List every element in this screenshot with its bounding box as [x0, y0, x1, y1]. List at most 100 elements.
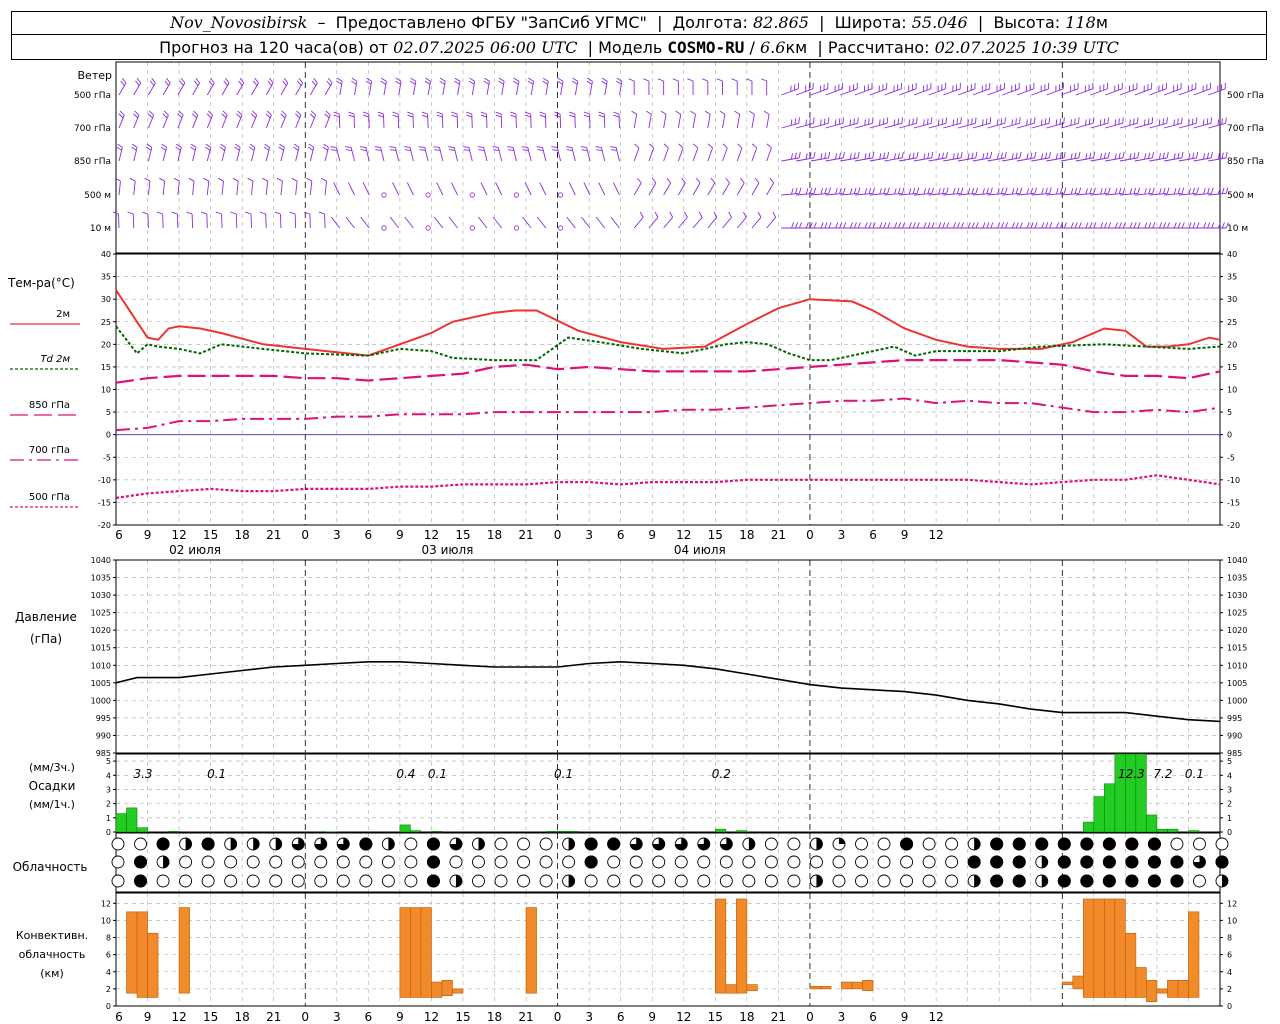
precip-total-label: 7.2 [1153, 767, 1172, 781]
wind-barb-feather [480, 111, 487, 115]
wind-barb-feather [737, 143, 743, 149]
wind-barb-feather [1049, 187, 1052, 194]
wind-barb-feather [974, 117, 977, 124]
cloud-symbol [472, 874, 485, 888]
wind-barb-feather [282, 80, 287, 86]
day-label: 02 июля [169, 543, 221, 557]
wind-barb-feather [971, 222, 975, 229]
wind-barb-feather [1177, 187, 1181, 194]
wind-barb-feather [451, 114, 458, 118]
wind-barb [392, 182, 400, 196]
precip-total-label: 0.1 [1185, 767, 1204, 781]
wind-barb-feather [960, 222, 964, 229]
wind-barb [206, 82, 215, 96]
wind-barb-feather [1159, 188, 1162, 195]
wind-barb-feather [937, 119, 940, 126]
cloud-symbol [855, 855, 868, 869]
wind-barb-feather [434, 149, 441, 151]
cloud-symbol [832, 874, 846, 888]
wind-barb-feather [864, 153, 867, 160]
wind-barb-feather [325, 110, 331, 116]
wind-barb-feather [1166, 187, 1170, 194]
wind-barb-feather [306, 177, 313, 182]
precip-bar [410, 830, 422, 833]
y-tick-label-left: 8 [106, 934, 111, 943]
wind-barb [345, 216, 355, 229]
wind-barb [899, 122, 917, 129]
wind-barb-feather [1133, 222, 1137, 229]
time-tick-label: 3 [585, 528, 593, 542]
convective-bar [820, 986, 832, 990]
wind-barb-feather [542, 80, 549, 85]
cloud-symbol-fill [134, 874, 148, 888]
wind-barb-feather [923, 153, 926, 160]
wind-barb [781, 88, 799, 96]
wind-barb-feather [1129, 119, 1131, 126]
y-tick-label-right: 40 [1227, 250, 1237, 259]
conv-title-2: облачность [19, 948, 86, 961]
convective-bar [1156, 988, 1168, 994]
time-tick-label: 18 [739, 528, 754, 542]
precip-bar [1114, 753, 1126, 833]
wind-barb [595, 216, 606, 229]
wind-barb [736, 216, 747, 229]
wind-barb-feather [757, 211, 762, 218]
y-tick-label-right: 2 [1227, 985, 1232, 994]
wind-barb-feather [1048, 151, 1051, 158]
wind-barb-feather [908, 119, 910, 126]
wind-barb-feather [215, 211, 222, 215]
wind-barb-feather [1026, 222, 1030, 229]
cloud-symbol-fill [156, 837, 170, 851]
wind-barb-feather [1210, 117, 1213, 124]
wind-barb-feather [666, 177, 671, 184]
y-tick-label-left: 1020 [91, 626, 111, 635]
wind-barb-feather [931, 222, 935, 229]
wind-barb-feather [868, 187, 872, 194]
cloud-symbol-fill [163, 856, 170, 868]
y-tick-label-right: 1015 [1227, 644, 1247, 653]
wind-barb-feather [857, 151, 860, 158]
time-tick-label: 15 [455, 528, 470, 542]
wind-barb [722, 114, 726, 129]
wind-barb-feather [722, 143, 728, 149]
wind-barb-feather [180, 77, 186, 84]
cloud-symbol [877, 855, 891, 869]
y-tick-label-left: 1005 [91, 679, 111, 688]
wind-barb-feather [1133, 118, 1135, 125]
wind-barb [483, 147, 488, 162]
wind-barb-feather [392, 114, 399, 118]
wind-barb-feather [117, 143, 123, 148]
wind-barb-feather [120, 80, 125, 86]
cloud-symbol [246, 855, 260, 869]
y-tick-label-right: 5 [1227, 757, 1232, 766]
wind-barb-feather [986, 187, 989, 194]
wind-barb [389, 216, 400, 229]
time-tick-label: 0 [806, 1010, 814, 1024]
time-tick-label: 3 [838, 528, 846, 542]
wind-barb-feather [839, 187, 842, 194]
wind-barb-feather [293, 143, 300, 148]
precip-bar [1167, 828, 1179, 833]
wind-barb-feather [234, 146, 240, 151]
wind-barb-feather [448, 146, 455, 148]
wind-barb-feather [820, 188, 823, 195]
convective-bar [136, 911, 148, 998]
wind-barb [987, 88, 1005, 96]
precip-bar [168, 831, 180, 833]
cloud-symbol [269, 874, 283, 888]
wind-barb-feather [1026, 153, 1029, 160]
wind-level-label: 500 гПа [1227, 91, 1264, 101]
wind-barb-feather [439, 77, 446, 82]
convective-bar [399, 907, 411, 998]
wind-barb-feather [613, 111, 620, 115]
wind-barb-feather [971, 152, 974, 159]
wind-barb-feather [1070, 188, 1074, 195]
y-tick-label-left: 5 [106, 408, 111, 417]
wind-barb-feather [838, 152, 841, 159]
wind-barb-feather [1122, 187, 1126, 194]
cloud-symbol-fill [1012, 855, 1026, 869]
wind-barb-feather [390, 149, 397, 151]
wind-barb-feather [651, 177, 657, 184]
time-tick-label: 3 [333, 1010, 341, 1024]
time-tick-label: 6 [617, 528, 625, 542]
